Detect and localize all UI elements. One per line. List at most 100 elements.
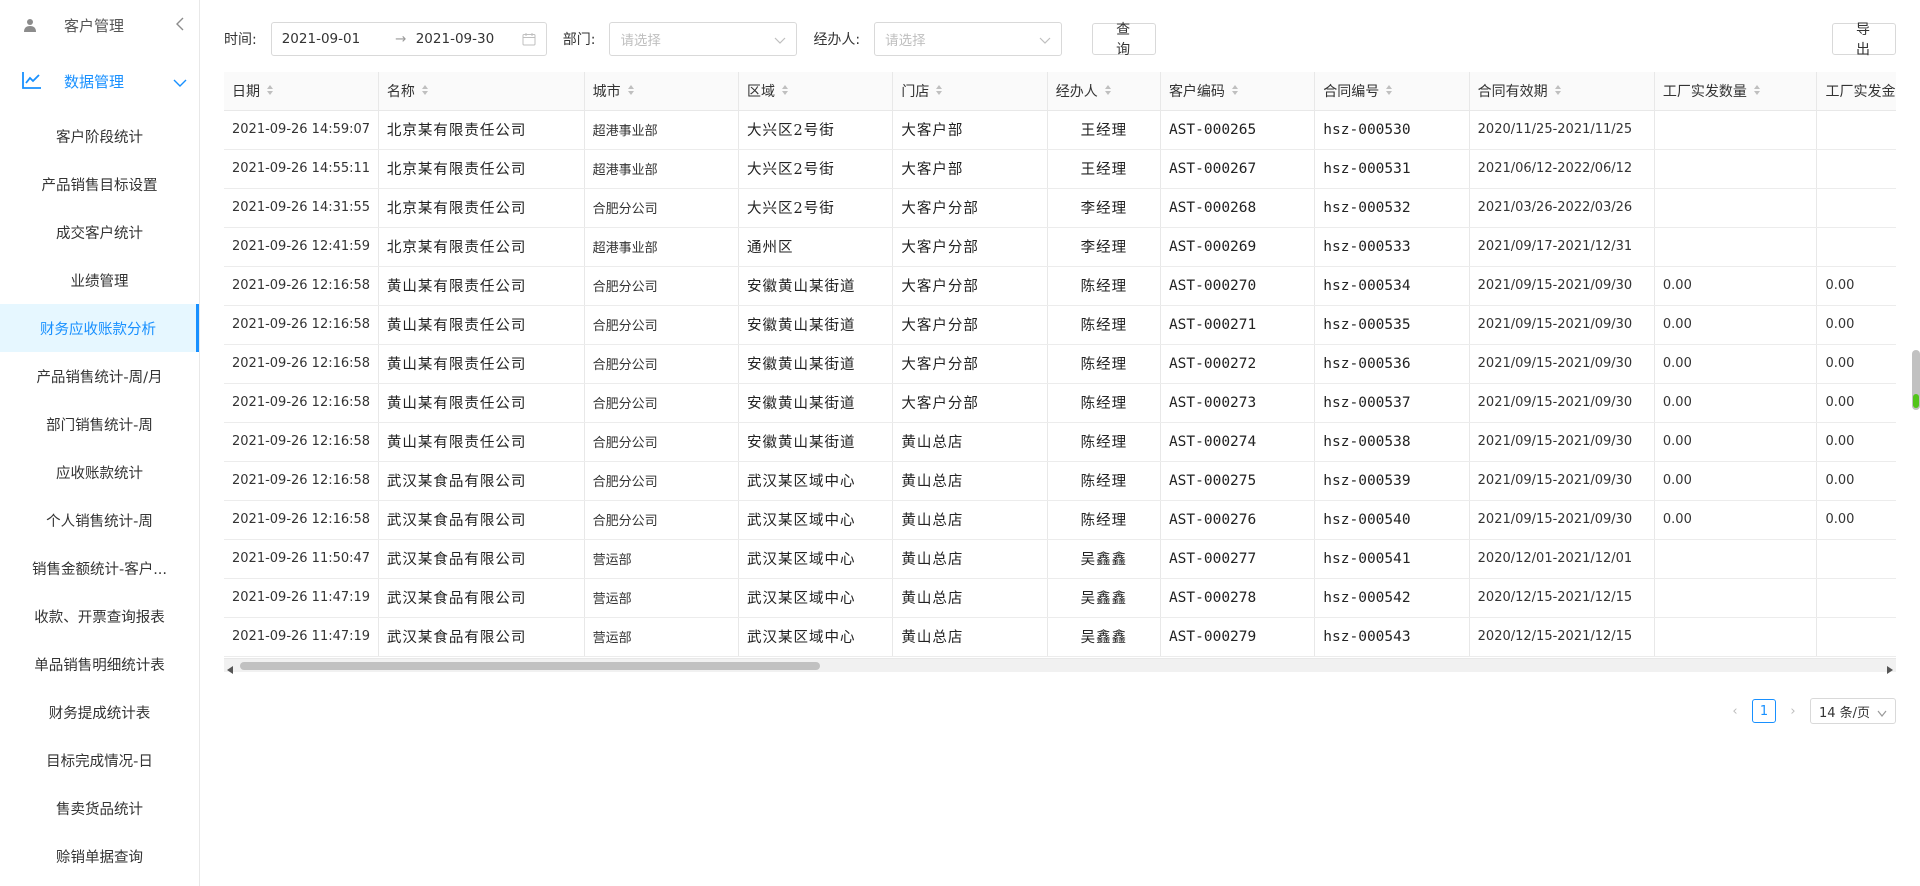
column-header-5[interactable]: 经办人 [1047,72,1161,111]
sidebar-item-0[interactable]: 客户阶段统计 [0,112,199,160]
table-cell: 合肥分公司 [584,461,740,501]
sidebar-item-15[interactable]: 赊销单据查询 [0,832,199,880]
table-row[interactable]: 2021-09-26 11:47:19 武汉某食品有限公司 营运部 武汉某区域中心 黄山… [224,617,1896,657]
sidebar-item-1[interactable]: 产品销售目标设置 [0,160,199,208]
table-cell: 黄山总店 [892,422,1048,462]
table-row[interactable]: 2021-09-26 14:59:07 北京某有限责任公司 超港事业部 大兴区2号街大… [224,110,1896,150]
sidebar-item-7[interactable]: 应收账款统计 [0,448,199,496]
sort-icon[interactable] [1554,84,1562,100]
horizontal-scrollbar[interactable] [224,658,1896,674]
vertical-scrollbar-thumb[interactable] [1912,350,1920,410]
table-row[interactable]: 2021-09-26 12:16:58 黄山某有限责任公司 合肥分公司 安徽黄山某街道… [224,383,1896,423]
table-row[interactable]: 2021-09-26 12:16:58 黄山某有限责任公司 合肥分公司 安徽黄山某街道… [224,344,1896,384]
sidebar-item-5[interactable]: 产品销售统计-周/月 [0,352,199,400]
sort-icon[interactable] [421,84,429,100]
end-date[interactable]: 2021-09-30 [416,31,520,47]
sort-icon[interactable] [1104,84,1112,100]
table-cell: 武汉某区域中心 [738,539,894,579]
sidebar-item-13[interactable]: 目标完成情况-日 [0,736,199,784]
export-button[interactable]: 导 出 [1832,22,1896,58]
sidebar-item-9[interactable]: 销售金额统计-客户... [0,544,199,592]
table-cell: 吴鑫鑫 [1047,617,1161,657]
table-cell: 武汉某食品有限公司 [378,578,585,618]
table-row[interactable]: 2021-09-26 12:16:58 武汉某食品有限公司 合肥分公司 武汉某区域中心… [224,500,1896,540]
sort-icon[interactable] [1385,84,1393,100]
data-table: 日期 名称 城市 区域 门店 经办人 客户编码 合同编号 合同有效期 工厂实发数量 工厂实发金额 2… [224,72,1896,657]
table-cell: 陈经理 [1047,461,1161,501]
sort-icon[interactable] [266,84,274,100]
sort-icon[interactable] [1753,84,1761,100]
sidebar-item-10[interactable]: 收款、开票查询报表 [0,592,199,640]
sidebar-item-3[interactable]: 业绩管理 [0,256,199,304]
sidebar-item-4[interactable]: 财务应收账款分析 [0,304,199,352]
start-date[interactable]: 2021-09-01 [282,31,386,47]
table-cell: hsz-000543 [1314,617,1470,657]
sidebar-item-customer-management[interactable]: 客户管理 [0,0,199,50]
sidebar-group-label: 数据管理 [64,72,125,91]
column-header-1[interactable]: 名称 [378,72,585,111]
page-size-select[interactable]: 14 条/页 [1810,698,1896,724]
table-row[interactable]: 2021-09-26 14:31:55 北京某有限责任公司 合肥分公司 大兴区2号街大… [224,188,1896,228]
table-cell: 营运部 [584,578,740,618]
page-number-current[interactable]: 1 [1752,699,1776,723]
column-header-2[interactable]: 城市 [584,72,740,111]
sidebar-item-11[interactable]: 单品销售明细统计表 [0,640,199,688]
table-cell: 武汉某食品有限公司 [378,461,585,501]
table-cell: 2021/09/15-2021/09/30 [1469,500,1655,540]
chevron-down-icon [173,74,187,92]
table-row[interactable]: 2021-09-26 12:16:58 黄山某有限责任公司 合肥分公司 安徽黄山某街道… [224,305,1896,345]
column-header-3[interactable]: 区域 [738,72,894,111]
sort-icon[interactable] [1231,84,1239,100]
table-row[interactable]: 2021-09-26 14:55:11 北京某有限责任公司 超港事业部 大兴区2号街大… [224,149,1896,189]
table-row[interactable]: 2021-09-26 11:50:47 武汉某食品有限公司 营运部 武汉某区域中心 黄山… [224,539,1896,579]
data-table-container[interactable]: 日期 名称 城市 区域 门店 经办人 客户编码 合同编号 合同有效期 工厂实发数量 工厂实发金额 2… [224,72,1896,672]
table-row[interactable]: 2021-09-26 12:16:58 武汉某食品有限公司 合肥分公司 武汉某区域中心… [224,461,1896,501]
sidebar-item-2[interactable]: 成交客户统计 [0,208,199,256]
table-cell: AST-000267 [1160,149,1316,189]
table-cell: 0.00 [1654,422,1818,462]
table-cell: 李经理 [1047,188,1161,228]
scroll-right-icon[interactable] [1887,662,1893,678]
sort-icon[interactable] [935,84,943,100]
scroll-left-icon[interactable] [227,662,233,678]
sort-icon[interactable] [627,84,635,100]
table-cell: AST-000277 [1160,539,1316,579]
column-header-4[interactable]: 门店 [892,72,1048,111]
column-header-label: 合同有效期 [1477,83,1548,100]
table-row[interactable]: 2021-09-26 12:41:59 北京某有限责任公司 超港事业部 通州区 大客户分… [224,227,1896,267]
table-cell: 2021/09/15-2021/09/30 [1469,305,1655,345]
sidebar-item-6[interactable]: 部门销售统计-周 [0,400,199,448]
column-header-8[interactable]: 合同有效期 [1469,72,1655,111]
sidebar-item-8[interactable]: 个人销售统计-周 [0,496,199,544]
chevron-down-icon [1039,34,1051,50]
column-header-7[interactable]: 合同编号 [1314,72,1470,111]
table-cell: 2021-09-26 12:16:58 [224,461,379,501]
horizontal-scroll-thumb[interactable] [240,662,820,670]
table-cell [1816,617,1896,657]
agent-select[interactable]: 请选择 [874,22,1063,56]
query-button[interactable]: 查 询 [1092,22,1157,58]
date-range-picker[interactable]: 2021-09-01 → 2021-09-30 [270,22,547,56]
sidebar-item-12[interactable]: 财务提成统计表 [0,688,199,736]
sidebar-group-data-management[interactable]: 数据管理 [0,50,199,112]
column-header-9[interactable]: 工厂实发数量 [1654,72,1818,111]
column-header-6[interactable]: 客户编码 [1160,72,1316,111]
table-cell: 陈经理 [1047,344,1161,384]
table-cell: 0.00 [1654,344,1818,384]
prev-page-icon[interactable]: ‹ [1728,704,1742,719]
table-cell: 大客户分部 [892,266,1048,306]
table-cell: 2020/12/15-2021/12/15 [1469,617,1655,657]
table-cell: 黄山某有限责任公司 [378,305,585,345]
column-header-10[interactable]: 工厂实发金额 [1816,72,1896,111]
dept-select[interactable]: 请选择 [609,22,798,56]
sidebar-item-14[interactable]: 售卖货品统计 [0,784,199,832]
table-row[interactable]: 2021-09-26 11:47:19 武汉某食品有限公司 营运部 武汉某区域中心 黄山… [224,578,1896,618]
arrow-right-icon: → [395,31,407,47]
sort-icon[interactable] [781,84,789,100]
table-row[interactable]: 2021-09-26 12:16:58 黄山某有限责任公司 合肥分公司 安徽黄山某街道… [224,422,1896,462]
table-row[interactable]: 2021-09-26 12:16:58 黄山某有限责任公司 合肥分公司 安徽黄山某街道… [224,266,1896,306]
column-header-0[interactable]: 日期 [224,72,379,111]
next-page-icon[interactable]: › [1786,704,1800,719]
table-cell: AST-000274 [1160,422,1316,462]
calendar-icon [522,32,536,46]
